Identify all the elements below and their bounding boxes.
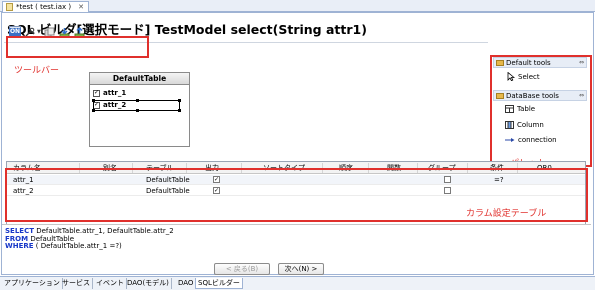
tab-sql-builder[interactable]: SQLビルダー bbox=[195, 278, 243, 289]
editor-tab-bar: *test ( test.iax ) ✕ bbox=[0, 0, 595, 12]
sql-line: WHERE ( DefaultTable.attr_1 =?) bbox=[5, 242, 588, 251]
selection-handle[interactable] bbox=[178, 99, 181, 102]
sql-keyword: WHERE bbox=[5, 242, 34, 250]
tab-dao[interactable]: DAO bbox=[176, 278, 197, 289]
palette-annotation-frame bbox=[490, 55, 592, 167]
tab-dao-model[interactable]: DAO(モデル) bbox=[125, 278, 172, 289]
editor-tab-label: *test ( test.iax ) bbox=[16, 3, 72, 11]
attribute-label: attr_1 bbox=[103, 89, 127, 97]
entity-title: DefaultTable bbox=[90, 73, 189, 85]
selection-handle[interactable] bbox=[136, 99, 139, 102]
sql-preview[interactable]: SELECT DefaultTable.attr_1, DefaultTable… bbox=[2, 224, 591, 257]
tab-service[interactable]: サービス bbox=[60, 278, 93, 289]
selection-handle[interactable] bbox=[92, 109, 95, 112]
close-icon[interactable]: ✕ bbox=[78, 2, 84, 12]
entity-attribute[interactable]: ✓ attr_1 bbox=[93, 88, 126, 98]
editor-tab[interactable]: *test ( test.iax ) ✕ bbox=[2, 1, 89, 12]
tab-event[interactable]: イベント bbox=[94, 278, 127, 289]
chevron-down-icon[interactable]: ▼ bbox=[37, 29, 41, 35]
selection-handle[interactable] bbox=[92, 99, 95, 102]
default-table-entity[interactable]: DefaultTable ✓ attr_1 ✓ attr_2 bbox=[89, 72, 190, 147]
sql-line: SELECT DefaultTable.attr_1, DefaultTable… bbox=[5, 227, 588, 236]
sql-text: ( DefaultTable.attr_1 =?) bbox=[33, 242, 122, 250]
attribute-selection-outline bbox=[92, 99, 181, 112]
bottom-tab-bar: アプリケーション サービス イベント DAO(モデル) DAO SQLビルダー bbox=[0, 276, 595, 290]
toolbar-annotation-frame bbox=[6, 36, 149, 58]
column-table-annotation-label: カラム設定テーブル bbox=[466, 209, 547, 219]
selection-handle[interactable] bbox=[136, 109, 139, 112]
on-icon: ON bbox=[8, 28, 22, 36]
toolbar-annotation-label: ツールバー bbox=[14, 66, 60, 76]
back-button[interactable]: < 戻る(B) bbox=[214, 263, 270, 275]
tab-application[interactable]: アプリケーション bbox=[2, 278, 63, 289]
selection-handle[interactable] bbox=[178, 109, 181, 112]
next-button[interactable]: 次へ(N) > bbox=[278, 263, 324, 275]
file-icon bbox=[6, 3, 13, 11]
attribute-checkbox[interactable]: ✓ bbox=[93, 89, 100, 97]
